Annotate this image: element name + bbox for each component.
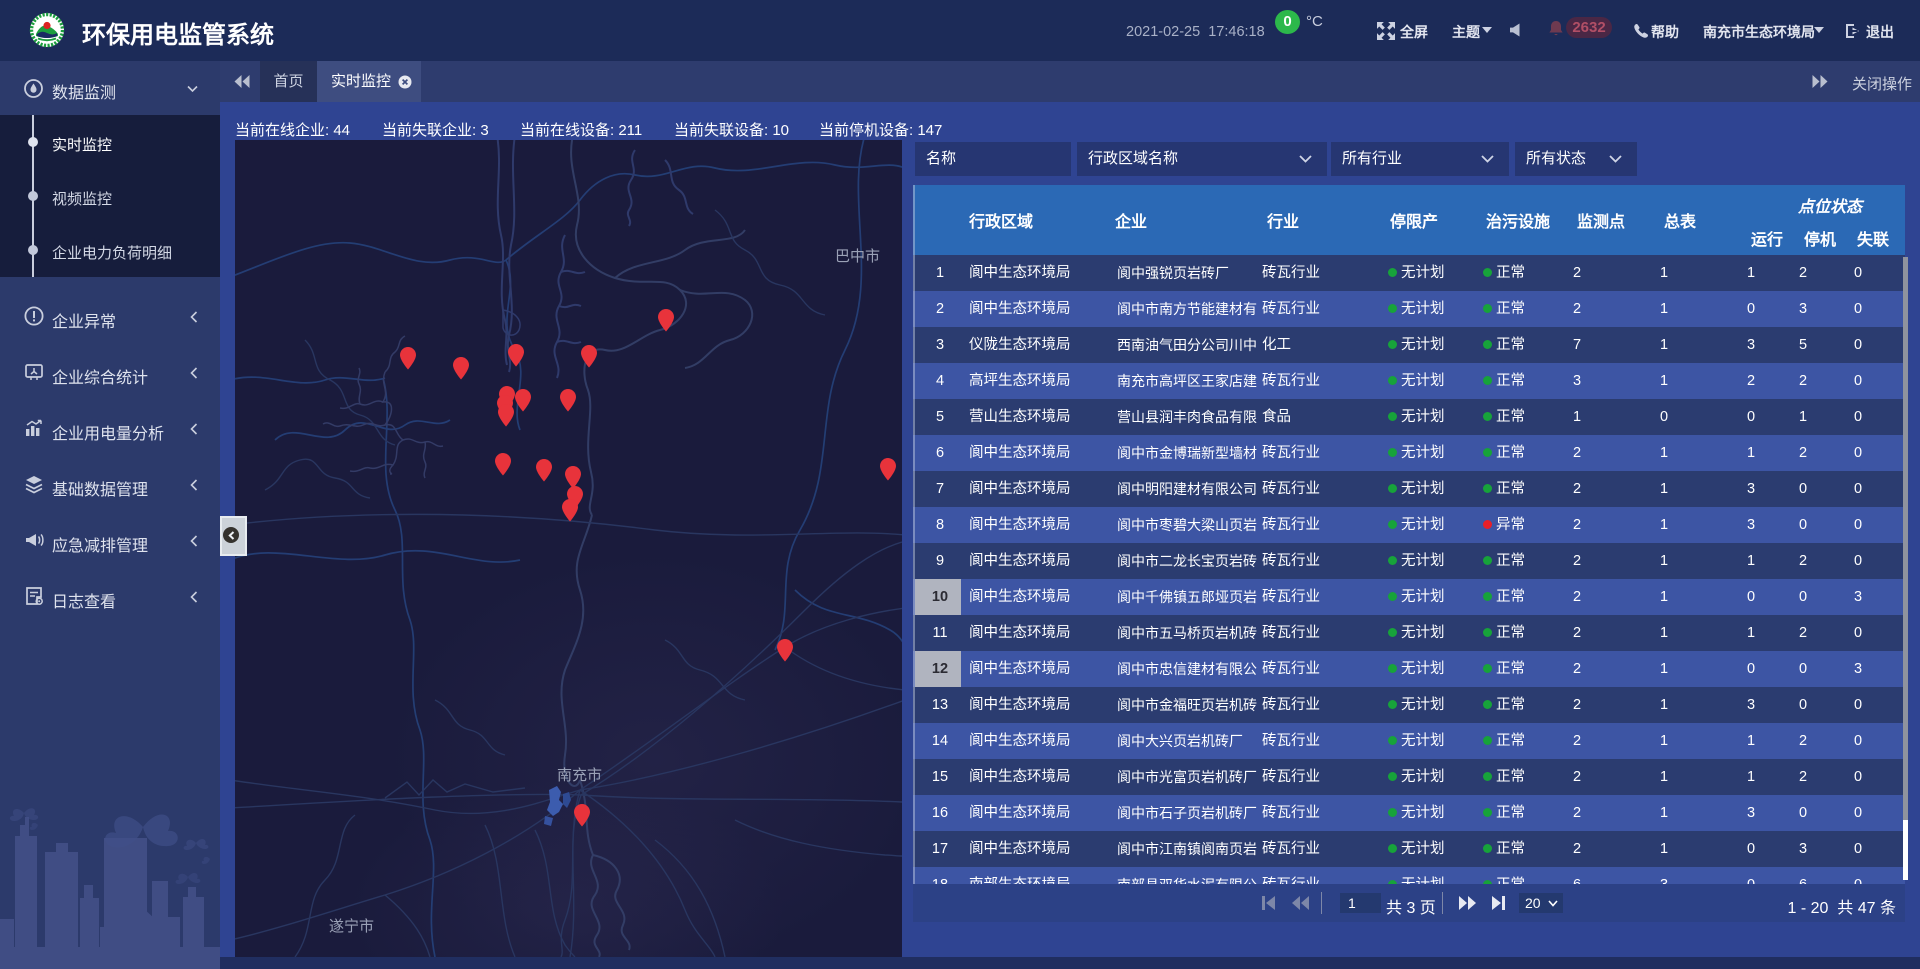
svg-text:南充市: 南充市: [557, 767, 602, 784]
svg-text:巴中市: 巴中市: [835, 248, 880, 265]
svg-text:遂宁市: 遂宁市: [329, 918, 374, 935]
